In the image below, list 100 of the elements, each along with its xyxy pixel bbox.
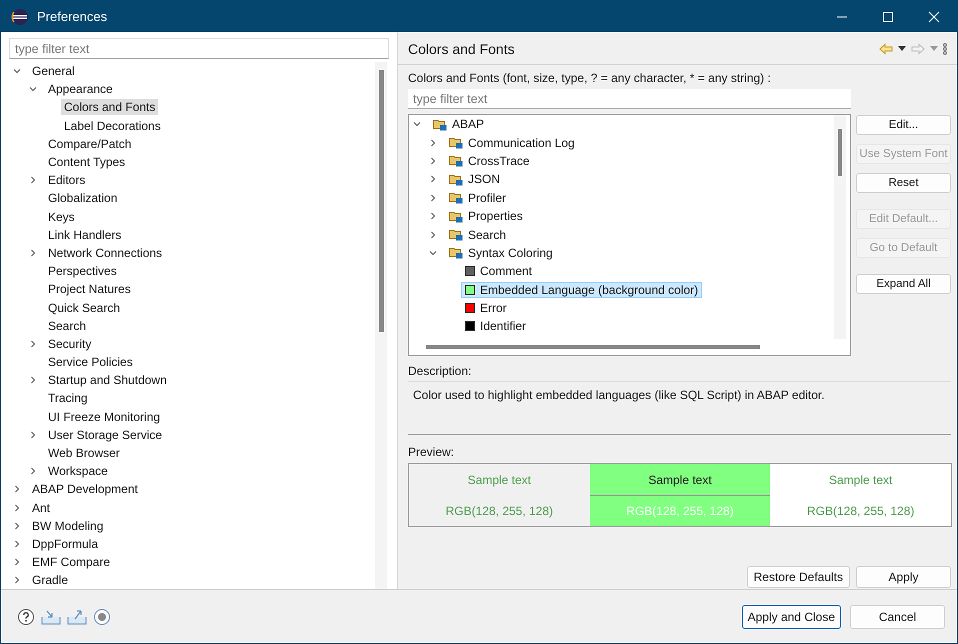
tree-item[interactable]: Globalization bbox=[45, 190, 120, 206]
folder-icon bbox=[433, 118, 447, 131]
description-text: Color used to highlight embedded languages (like SQL Script) in ABAP editor. bbox=[408, 381, 951, 435]
help-icon[interactable] bbox=[17, 608, 35, 626]
chevron-right-icon[interactable] bbox=[29, 376, 37, 384]
tree-item[interactable]: DppFormula bbox=[29, 536, 102, 552]
dialog-button[interactable]: Apply and Close bbox=[742, 604, 841, 628]
window-title: Preferences bbox=[37, 9, 108, 24]
tree-item[interactable]: Workspace bbox=[45, 463, 111, 480]
chevron-down-icon[interactable] bbox=[413, 120, 421, 128]
tree-item[interactable]: Service Policies bbox=[45, 354, 136, 370]
rgb-value: RGB(128, 255, 128) bbox=[770, 496, 952, 526]
tree-item[interactable]: Properties bbox=[445, 208, 527, 224]
chevron-right-icon[interactable] bbox=[29, 340, 37, 348]
close-icon[interactable] bbox=[928, 10, 940, 22]
tree-item[interactable]: CrossTrace bbox=[445, 152, 534, 169]
chevron-right-icon[interactable] bbox=[13, 522, 21, 530]
filter-field[interactable]: type filter text bbox=[9, 38, 389, 59]
scrollbar[interactable] bbox=[838, 129, 842, 176]
folder-icon bbox=[449, 172, 463, 186]
tree-item[interactable]: ABAP bbox=[429, 116, 488, 132]
sample-text: Sample text bbox=[770, 464, 952, 496]
chevron-right-icon[interactable] bbox=[29, 248, 37, 257]
tree-item[interactable]: UI Freeze Monitoring bbox=[45, 408, 164, 425]
tree-item[interactable]: Project Natures bbox=[45, 281, 134, 298]
folder-icon bbox=[449, 191, 463, 204]
folder-icon bbox=[449, 136, 463, 150]
tree-item[interactable]: Network Connections bbox=[45, 244, 166, 261]
chevron-right-icon[interactable] bbox=[429, 156, 437, 165]
tree-item[interactable]: Syntax Coloring bbox=[445, 244, 557, 261]
folder-icon bbox=[449, 210, 463, 223]
tree-item[interactable]: Search bbox=[445, 226, 510, 243]
preview-label: Preview: bbox=[408, 445, 456, 459]
tree-item[interactable]: Editors bbox=[45, 172, 88, 188]
filter-hint-label: Colors and Fonts (font, size, type, ? = any character, * = any string) : bbox=[408, 71, 772, 85]
scrollbar[interactable] bbox=[375, 62, 387, 589]
tree-item[interactable]: Link Handlers bbox=[45, 226, 124, 243]
side-button[interactable]: Reset bbox=[856, 173, 951, 193]
tree-item[interactable]: ABAP Development bbox=[29, 481, 141, 498]
tree-item[interactable]: Compare/Patch bbox=[45, 136, 134, 152]
tree-item[interactable]: Communication Log bbox=[445, 134, 579, 151]
tree-item[interactable]: Profiler bbox=[445, 190, 510, 206]
tree-item[interactable]: Content Types bbox=[45, 154, 128, 170]
description-label: Description: bbox=[408, 364, 472, 378]
page-button[interactable]: Apply bbox=[856, 566, 951, 588]
chevron-down-icon[interactable] bbox=[429, 248, 437, 257]
folder-icon bbox=[449, 154, 463, 168]
tree-item[interactable]: Tracing bbox=[45, 390, 91, 406]
chevron-right-icon[interactable] bbox=[429, 230, 437, 239]
page-button[interactable]: Restore Defaults bbox=[746, 566, 850, 588]
maximize-icon[interactable] bbox=[882, 10, 894, 22]
folder-icon bbox=[449, 228, 463, 242]
chevron-right-icon[interactable] bbox=[29, 467, 37, 476]
chevron-down-icon[interactable] bbox=[13, 67, 21, 76]
side-button[interactable]: Edit... bbox=[856, 115, 951, 135]
export-icon[interactable] bbox=[67, 608, 87, 626]
chevron-right-icon[interactable] bbox=[13, 540, 21, 548]
tree-item[interactable]: Embedded Language (background color) bbox=[461, 282, 702, 298]
record-icon[interactable] bbox=[93, 608, 111, 626]
tree-item[interactable]: Colors and Fonts bbox=[61, 99, 158, 116]
more-options-icon[interactable] bbox=[943, 43, 947, 55]
tree-item[interactable]: Ant bbox=[29, 500, 54, 516]
chevron-right-icon[interactable] bbox=[29, 430, 37, 439]
app-icon bbox=[11, 8, 29, 26]
dropdown-icon[interactable] bbox=[898, 46, 906, 52]
side-button[interactable]: Expand All bbox=[856, 274, 951, 294]
tree-item[interactable]: Gradle bbox=[29, 572, 72, 588]
tree-item[interactable]: Appearance bbox=[45, 81, 116, 98]
folder-icon bbox=[449, 246, 463, 260]
tree-item[interactable]: Search bbox=[45, 318, 90, 334]
tree-item[interactable]: EMF Compare bbox=[29, 554, 114, 570]
tree-item[interactable]: BW Modeling bbox=[29, 518, 106, 534]
tree-item[interactable]: Web Browser bbox=[45, 445, 123, 462]
tree-item[interactable]: Label Decorations bbox=[61, 118, 164, 134]
chevron-right-icon[interactable] bbox=[429, 212, 437, 220]
page-title: Colors and Fonts bbox=[408, 41, 515, 57]
tree-item[interactable]: JSON bbox=[445, 171, 504, 188]
chevron-right-icon[interactable] bbox=[429, 175, 437, 184]
chevron-right-icon[interactable] bbox=[29, 176, 37, 184]
chevron-right-icon[interactable] bbox=[13, 485, 21, 494]
tree-item[interactable]: Comment bbox=[461, 263, 536, 280]
chevron-right-icon[interactable] bbox=[13, 558, 21, 566]
chevron-right-icon[interactable] bbox=[429, 194, 437, 202]
dialog-button[interactable]: Cancel bbox=[850, 604, 945, 628]
tree-item[interactable]: General bbox=[29, 63, 78, 80]
tree-item[interactable]: Startup and Shutdown bbox=[45, 372, 170, 388]
tree-item[interactable]: Quick Search bbox=[45, 300, 124, 316]
tree-item[interactable]: Keys bbox=[45, 208, 78, 225]
tree-item[interactable]: Security bbox=[45, 336, 94, 352]
chevron-right-icon[interactable] bbox=[429, 138, 437, 147]
chevron-down-icon[interactable] bbox=[29, 85, 37, 94]
filter-field[interactable]: type filter text bbox=[408, 89, 851, 109]
chevron-right-icon[interactable] bbox=[13, 504, 21, 512]
tree-item[interactable]: Identifier bbox=[461, 318, 530, 334]
sample-text: Sample text bbox=[590, 464, 770, 496]
tree-item[interactable]: Error bbox=[461, 300, 511, 316]
tree-item[interactable]: User Storage Service bbox=[45, 426, 166, 443]
chevron-right-icon[interactable] bbox=[13, 576, 21, 584]
scrollbar[interactable] bbox=[426, 345, 760, 349]
tree-item[interactable]: Perspectives bbox=[45, 263, 120, 280]
